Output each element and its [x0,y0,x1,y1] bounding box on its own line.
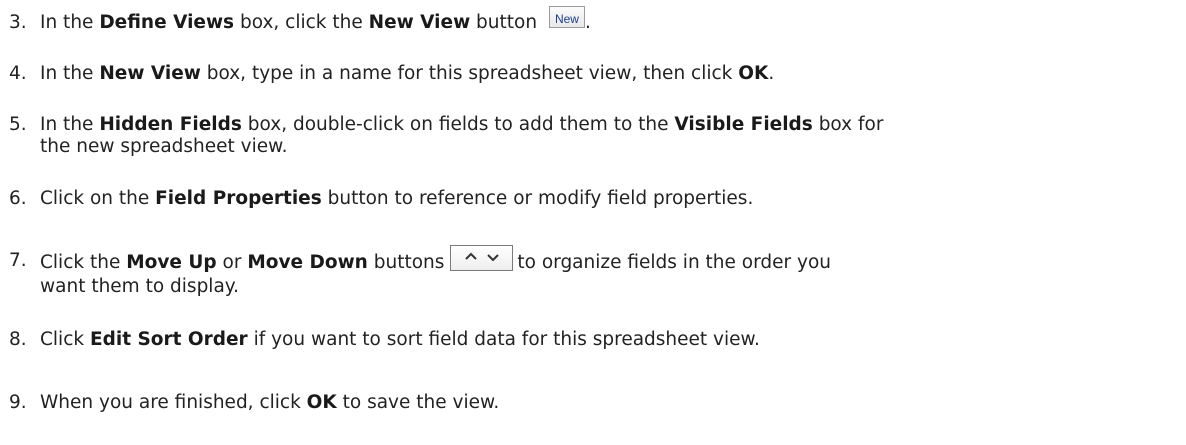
ok-label: OK [306,392,337,413]
step-number: 6. [9,188,27,209]
step-4: 4. In the New View box, type in a name f… [0,63,1180,85]
step-text: In the Define Views box, click the New V… [40,6,1180,34]
step-text: In the New View box, type in a name for … [40,63,775,84]
hidden-fields-label: Hidden Fields [99,114,242,135]
step-9: 9. When you are finished, click OK to sa… [0,392,1180,414]
step-7: 7. Click the Move Up or Move Down button… [0,245,1180,298]
field-properties-label: Field Properties [155,188,322,209]
visible-fields-label: Visible Fields [674,114,813,135]
move-buttons-image [450,245,514,271]
step-number: 4. [9,63,27,84]
step-text: In the Hidden Fields box, double-click o… [40,114,884,157]
step-6: 6. Click on the Field Properties button … [0,188,1180,210]
chevron-up-icon [465,252,478,260]
edit-sort-order-label: Edit Sort Order [89,329,248,350]
step-text: When you are finished, click OK to save … [40,392,500,413]
step-number: 8. [9,329,27,350]
new-button-label: New [554,12,579,26]
step-3: 3. In the Define Views box, click the Ne… [0,6,1180,34]
move-up-label: Move Up [126,252,217,273]
define-views-label: Define Views [99,12,235,33]
ok-label: OK [738,63,769,84]
step-text: Click Edit Sort Order if you want to sor… [40,329,760,350]
new-view-button-image: New [548,6,585,28]
new-view-label: New View [99,63,201,84]
step-number: 5. [9,114,27,135]
new-view-label: New View [368,12,471,33]
step-text: Click the Move Up or Move Down buttons to… [40,245,1180,298]
step-number: 3. [9,12,27,33]
step-number: 7. [9,250,27,271]
step-text: Click on the Field Properties button to … [40,188,754,209]
move-down-label: Move Down [247,252,368,273]
chevron-down-icon [487,254,500,262]
step-8: 8. Click Edit Sort Order if you want to … [0,329,1180,351]
step-number: 9. [9,392,27,413]
step-5: 5. In the Hidden Fields box, double-clic… [0,114,1180,158]
